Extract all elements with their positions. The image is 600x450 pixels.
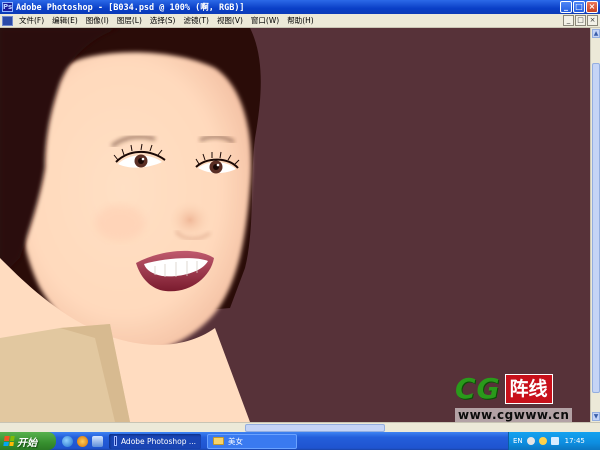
document-icon[interactable] [2,15,13,26]
menu-file[interactable]: 文件(F) [15,15,48,26]
document-window-controls: _ □ × [563,15,598,26]
taskbar-folder[interactable]: 美女 [207,433,297,449]
cg-logo-url: www.cgwww.cn [455,408,573,422]
scroll-up-icon[interactable]: ▲ [592,29,600,38]
photoshop-icon [114,436,117,446]
doc-restore-button[interactable]: □ [575,15,586,26]
photoshop-app-icon[interactable]: Ps [2,2,13,12]
menu-help[interactable]: 帮助(H) [283,15,318,26]
menu-image[interactable]: 图像(I) [82,15,113,26]
nose-shadow [168,200,212,240]
portrait-illustration [0,28,261,422]
doc-minimize-button[interactable]: _ [563,15,574,26]
cg-logo-text: CG [455,372,501,405]
tray-app-icon[interactable] [526,437,535,445]
language-indicator[interactable]: EN [513,437,523,445]
menu-edit[interactable]: 编辑(E) [48,15,82,26]
doc-close-button[interactable]: × [587,15,598,26]
menu-select[interactable]: 选择(S) [146,15,180,26]
maximize-button[interactable]: □ [573,1,585,13]
menu-view[interactable]: 视图(V) [213,15,247,26]
vertical-scrollbar[interactable]: ▲ ▼ [590,28,600,422]
horizontal-scrollbar[interactable] [0,422,600,432]
minimize-button[interactable]: _ [560,1,572,13]
folder-icon [213,437,224,445]
volume-icon[interactable] [550,437,559,445]
menu-filter[interactable]: 滤镜(T) [180,15,213,26]
windows-logo-icon [3,436,15,446]
tray-app-icon-2[interactable] [538,437,547,445]
cg-logo-box: 阵线 [504,374,553,404]
taskbar-photoshop-label: Adobe Photoshop ... [120,436,196,446]
system-tray: EN 17:45 [508,432,600,450]
internet-explorer-icon[interactable] [62,435,73,447]
show-desktop-icon[interactable] [92,435,103,447]
media-player-icon[interactable] [77,435,88,447]
horizontal-scroll-thumb[interactable] [245,424,385,432]
quick-launch [62,435,103,447]
taskbar-folder-label: 美女 [228,436,243,446]
window-controls: _ □ × [560,1,598,13]
start-label: 开始 [17,437,37,449]
vertical-scroll-thumb[interactable] [592,63,600,393]
menu-layer[interactable]: 图层(L) [113,15,146,26]
taskbar-photoshop[interactable]: Adobe Photoshop ... [109,433,201,449]
window-title: Adobe Photoshop - [B034.psd @ 100% (啊, R… [16,3,245,13]
taskbar: 开始 Adobe Photoshop ... 美女 EN 17:45 [0,432,600,450]
menu-window[interactable]: 窗口(W) [247,15,283,26]
close-button[interactable]: × [586,1,598,13]
cg-watermark-logo: CG 阵线 www.cgwww.cn [455,372,585,422]
start-button[interactable]: 开始 [0,432,56,450]
clock[interactable]: 17:45 [565,437,585,445]
scroll-down-icon[interactable]: ▼ [592,412,600,421]
menu-bar: 文件(F) 编辑(E) 图像(I) 图层(L) 选择(S) 滤镜(T) 视图(V… [0,14,600,28]
document-canvas[interactable]: CG 阵线 www.cgwww.cn [0,28,590,422]
title-bar: Ps Adobe Photoshop - [B034.psd @ 100% (啊… [0,0,600,14]
